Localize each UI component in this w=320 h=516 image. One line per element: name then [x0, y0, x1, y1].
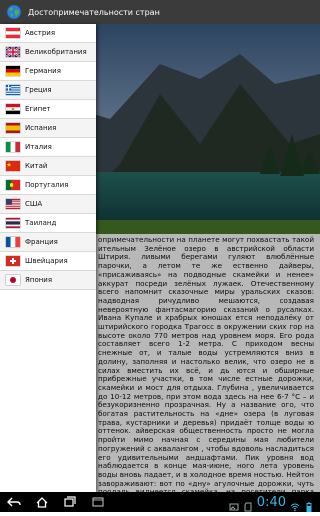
screenshot-button[interactable]	[84, 492, 112, 512]
battery-icon	[304, 497, 314, 512]
back-icon	[7, 497, 21, 507]
recent-apps-icon	[64, 496, 76, 507]
drawer-item-italy[interactable]: Италия	[0, 138, 96, 157]
drawer-item-france[interactable]: Франция	[0, 233, 96, 252]
japan-flag-icon	[6, 275, 20, 285]
portugal-flag-icon	[6, 180, 20, 190]
back-button[interactable]	[0, 492, 28, 512]
drawer-item-china[interactable]: Китай	[0, 157, 96, 176]
drawer-item-germany[interactable]: Германия	[0, 62, 96, 81]
drawer-item-label: Греция	[25, 86, 52, 94]
china-flag-icon	[6, 161, 20, 171]
italy-flag-icon	[6, 142, 20, 152]
drawer-item-label: Швейцария	[25, 257, 68, 265]
globe-app-icon[interactable]	[6, 4, 22, 20]
drawer-item-greece[interactable]: Греция	[0, 81, 96, 100]
thailand-flag-icon	[6, 218, 20, 228]
drawer-scrim[interactable]	[96, 24, 320, 492]
drawer-item-portugal[interactable]: Португалия	[0, 176, 96, 195]
drawer-item-label: Таиланд	[25, 219, 57, 227]
country-drawer: Австрия Великобритания Германия Греция Е…	[0, 24, 96, 492]
egypt-flag-icon	[6, 104, 20, 114]
system-navigation-bar: 0:40	[0, 492, 320, 512]
drawer-item-label: Испания	[25, 124, 57, 132]
drawer-item-egypt[interactable]: Египет	[0, 100, 96, 119]
drawer-item-austria[interactable]: Австрия	[0, 24, 96, 43]
switzerland-flag-icon	[6, 256, 20, 266]
austria-flag-icon	[6, 28, 20, 38]
drawer-item-japan[interactable]: Япония	[0, 271, 96, 290]
drawer-item-label: Египет	[25, 105, 51, 113]
drawer-item-label: Китай	[25, 162, 48, 170]
home-icon	[36, 497, 48, 508]
home-button[interactable]	[28, 492, 56, 512]
drawer-item-uk[interactable]: Великобритания	[0, 43, 96, 62]
usa-flag-icon	[6, 199, 20, 209]
drawer-item-label: Германия	[25, 67, 61, 75]
drawer-item-switzerland[interactable]: Швейцария	[0, 252, 96, 271]
drawer-item-label: Австрия	[25, 29, 56, 37]
drawer-item-label: США	[25, 200, 43, 208]
france-flag-icon	[6, 237, 20, 247]
drawer-item-label: Великобритания	[25, 48, 87, 56]
drawer-item-usa[interactable]: США	[0, 195, 96, 214]
greece-flag-icon	[6, 85, 20, 95]
uk-flag-icon	[6, 47, 20, 57]
screenshot-icon	[92, 497, 104, 507]
action-bar: Достопримечательности стран	[0, 0, 320, 24]
drawer-item-label: Франция	[25, 238, 58, 246]
drawer-item-thailand[interactable]: Таиланд	[0, 214, 96, 233]
spain-flag-icon	[6, 123, 20, 133]
drawer-item-label: Португалия	[25, 181, 69, 189]
recent-apps-button[interactable]	[56, 492, 84, 512]
drawer-item-label: Япония	[25, 276, 53, 284]
sd-card-icon	[243, 497, 253, 512]
germany-flag-icon	[6, 66, 20, 76]
drawer-item-label: Италия	[25, 143, 52, 151]
status-area[interactable]: 0:40	[229, 494, 320, 512]
clock: 0:40	[256, 494, 286, 510]
drawer-item-spain[interactable]: Испания	[0, 119, 96, 138]
app-title: Достопримечательности стран	[28, 7, 160, 17]
image-notification-icon	[229, 497, 239, 511]
wifi-icon	[290, 497, 300, 512]
